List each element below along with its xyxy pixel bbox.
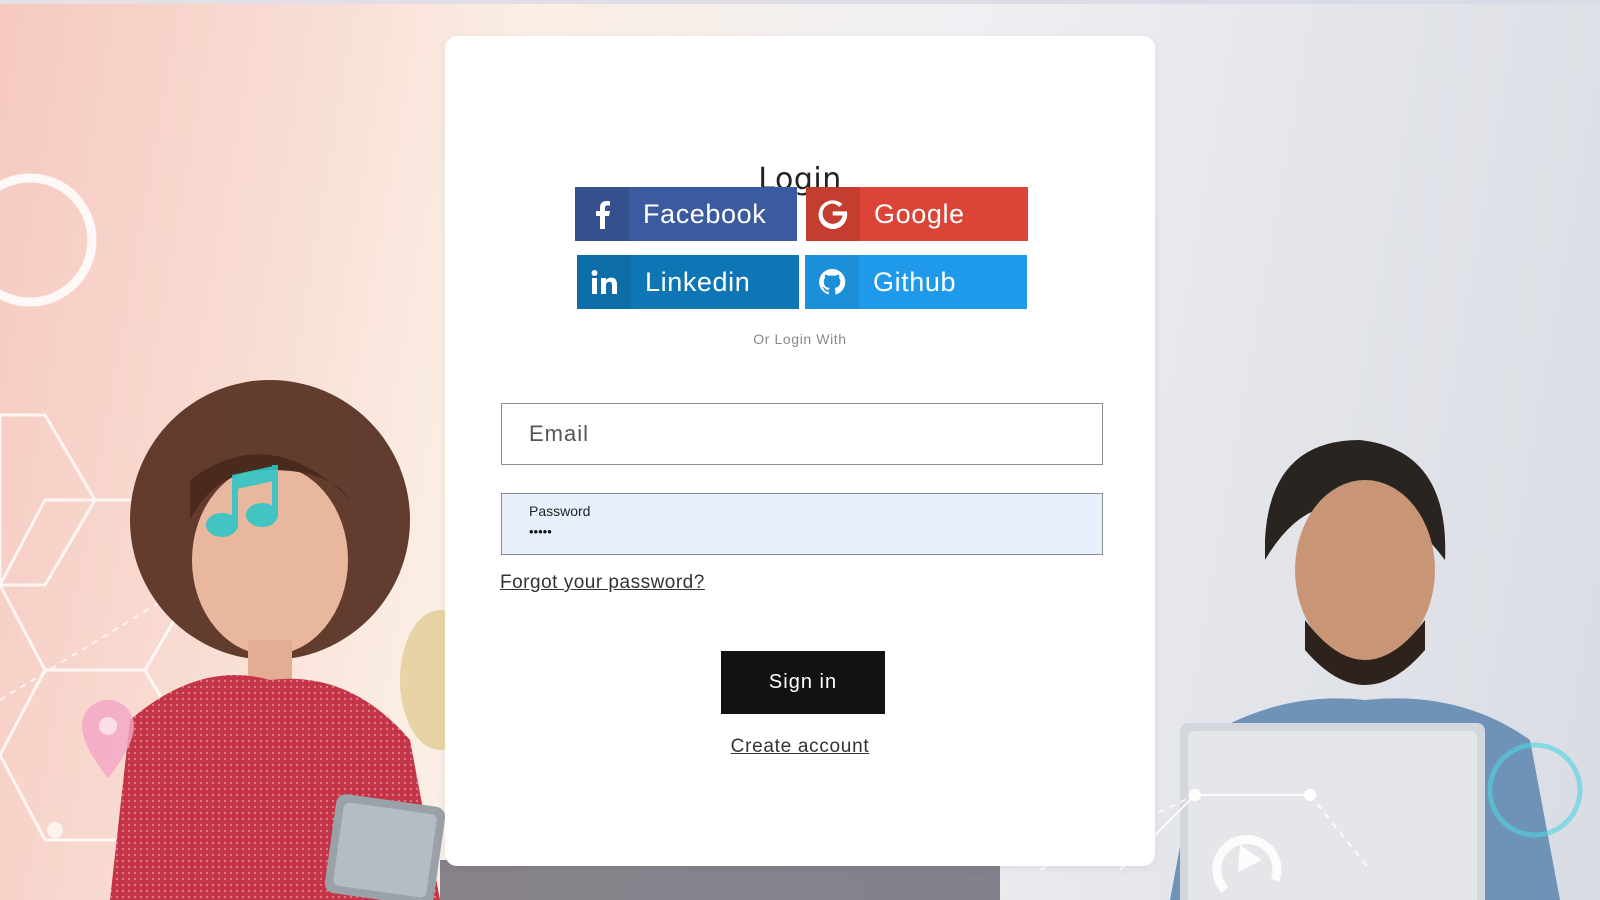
- linkedin-login-button[interactable]: Linkedin: [577, 255, 799, 309]
- person-woman: [110, 380, 480, 900]
- password-field[interactable]: Password •••••: [501, 493, 1103, 555]
- google-icon: [806, 187, 860, 241]
- email-placeholder: Email: [529, 421, 590, 446]
- sign-in-button[interactable]: Sign in: [721, 651, 885, 714]
- person-man: [1170, 440, 1560, 900]
- forgot-password-link[interactable]: Forgot your password?: [500, 572, 705, 594]
- linkedin-label: Linkedin: [645, 266, 751, 297]
- github-label: Github: [873, 266, 957, 297]
- create-account-link[interactable]: Create account: [445, 736, 1155, 758]
- facebook-label: Facebook: [643, 198, 767, 229]
- facebook-login-button[interactable]: Facebook: [575, 187, 797, 241]
- linkedin-icon: [577, 255, 631, 309]
- page-title: Login: [758, 162, 842, 197]
- or-login-with-divider: Or Login With: [753, 331, 847, 347]
- facebook-icon: [575, 187, 629, 241]
- github-login-button[interactable]: Github: [805, 255, 1027, 309]
- login-card: Login Facebook Google Linkedin Github Or…: [445, 36, 1155, 866]
- password-value: •••••: [529, 524, 552, 539]
- google-login-button[interactable]: Google: [806, 187, 1028, 241]
- email-field[interactable]: Email: [501, 403, 1103, 465]
- google-label: Google: [874, 198, 965, 229]
- password-label: Password: [529, 503, 591, 519]
- github-icon: [805, 255, 859, 309]
